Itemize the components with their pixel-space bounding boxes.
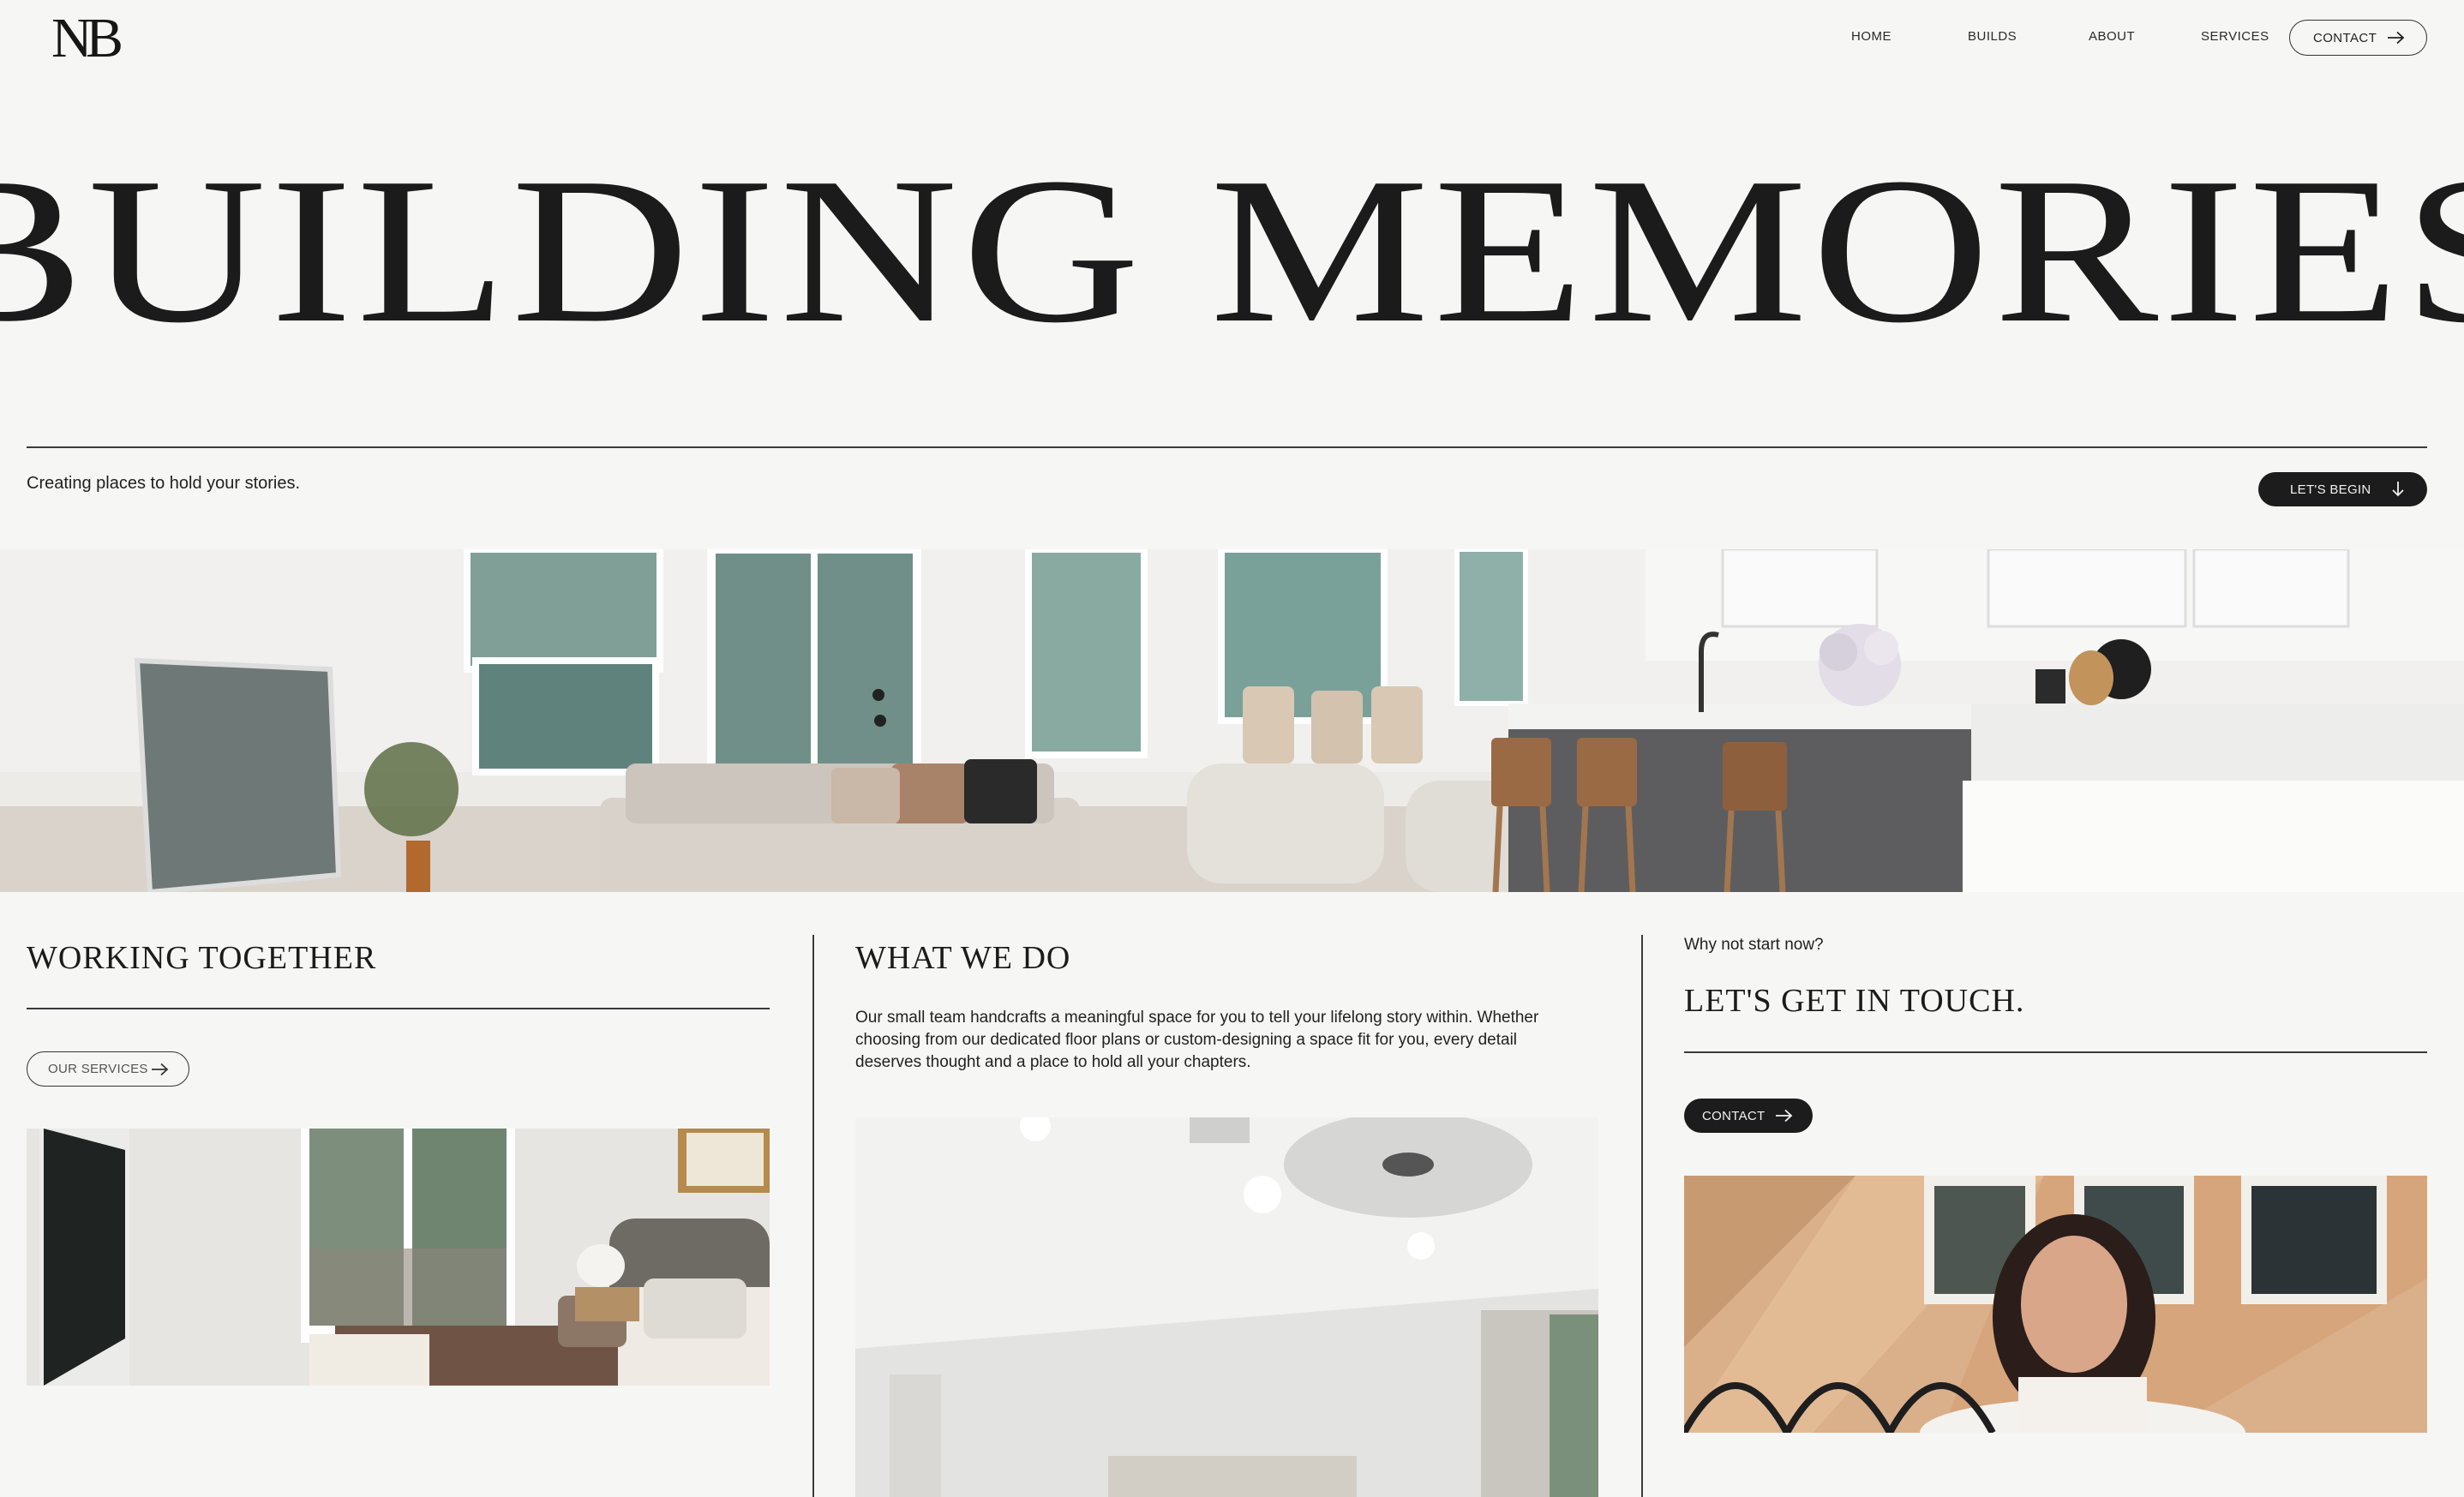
- contact-cta-button[interactable]: CONTACT: [1684, 1099, 1813, 1133]
- header-contact-button[interactable]: CONTACT: [2289, 20, 2427, 56]
- what-we-do-title: WHAT WE DO: [855, 940, 1071, 976]
- lets-begin-button[interactable]: LET'S BEGIN: [2258, 472, 2427, 506]
- header-contact-label: CONTACT: [2313, 30, 2377, 45]
- logo[interactable]: N B: [51, 10, 137, 67]
- lets-begin-label: LET'S BEGIN: [2290, 482, 2371, 497]
- working-together-title: WORKING TOGETHER: [27, 940, 377, 976]
- logo-letter-b: B: [86, 7, 124, 69]
- nav-builds-link[interactable]: BUILDS: [1968, 29, 2017, 44]
- bedroom-image: [27, 1129, 770, 1386]
- get-in-touch-title: LET'S GET IN TOUCH.: [1684, 983, 2025, 1019]
- arrow-right-icon: [2388, 31, 2405, 45]
- hero-title: BUILDING MEMORIES: [0, 135, 2464, 366]
- arrow-down-icon: [2392, 482, 2404, 497]
- column-divider-left: [812, 935, 814, 1497]
- team-portrait-image: [1684, 1176, 2427, 1433]
- working-together-divider: [27, 1008, 770, 1009]
- get-in-touch-divider: [1684, 1051, 2427, 1053]
- contact-cta-label: CONTACT: [1702, 1108, 1766, 1123]
- our-services-label: OUR SERVICES: [48, 1062, 148, 1076]
- arrow-right-icon: [1776, 1109, 1793, 1123]
- hero-divider: [27, 446, 2427, 448]
- living-room-ceiling-image: [855, 1117, 1598, 1497]
- column-divider-right: [1641, 935, 1643, 1497]
- hero-tagline: Creating places to hold your stories.: [27, 474, 301, 493]
- interior-banner-image: [0, 549, 2464, 892]
- arrow-right-icon: [152, 1063, 169, 1075]
- what-we-do-body: Our small team handcrafts a meaningful s…: [855, 1009, 1539, 1071]
- get-in-touch-kicker: Why not start now?: [1684, 936, 1824, 954]
- our-services-button[interactable]: OUR SERVICES: [27, 1051, 189, 1087]
- nav-home-link[interactable]: HOME: [1851, 29, 1891, 44]
- nav-about-link[interactable]: ABOUT: [2089, 29, 2135, 44]
- nav-services-link[interactable]: SERVICES: [2201, 29, 2269, 44]
